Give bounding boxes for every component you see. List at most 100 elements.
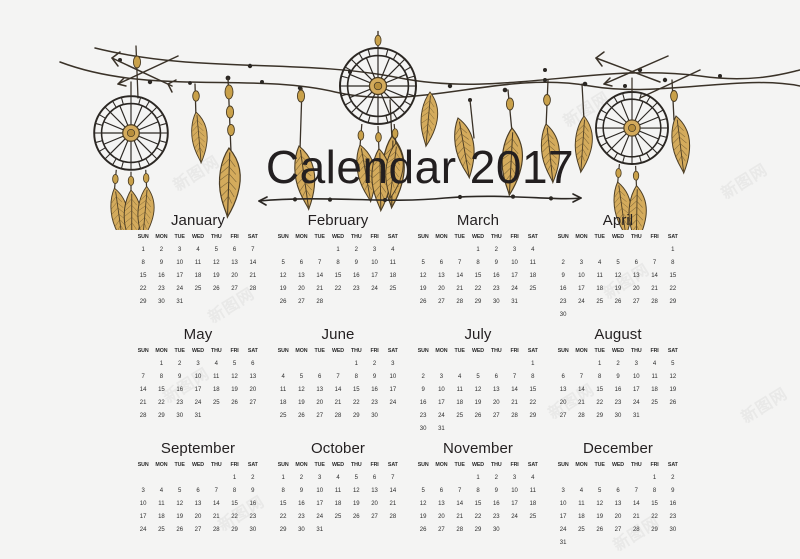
day-cell[interactable]: 23 bbox=[365, 397, 383, 410]
day-cell[interactable]: 30 bbox=[664, 524, 682, 537]
day-cell[interactable]: 25 bbox=[645, 397, 663, 410]
day-cell[interactable]: 30 bbox=[554, 309, 572, 322]
day-cell[interactable]: 7 bbox=[244, 244, 262, 257]
day-cell[interactable]: 14 bbox=[505, 384, 523, 397]
day-cell[interactable]: 25 bbox=[524, 511, 542, 524]
day-cell[interactable]: 27 bbox=[365, 511, 383, 524]
day-cell[interactable]: 6 bbox=[292, 257, 310, 270]
day-cell[interactable]: 16 bbox=[487, 270, 505, 283]
day-cell[interactable]: 31 bbox=[432, 423, 450, 436]
day-cell[interactable]: 25 bbox=[152, 524, 170, 537]
day-cell[interactable]: 13 bbox=[292, 270, 310, 283]
day-cell[interactable]: 26 bbox=[664, 397, 682, 410]
day-cell[interactable]: 31 bbox=[554, 537, 572, 550]
day-cell[interactable]: 7 bbox=[311, 257, 329, 270]
day-cell[interactable]: 10 bbox=[171, 257, 189, 270]
day-cell[interactable]: 25 bbox=[524, 283, 542, 296]
day-cell[interactable]: 9 bbox=[347, 257, 365, 270]
day-cell[interactable]: 3 bbox=[627, 358, 645, 371]
day-cell[interactable]: 23 bbox=[347, 283, 365, 296]
day-cell[interactable]: 1 bbox=[329, 244, 347, 257]
day-cell[interactable]: 30 bbox=[365, 410, 383, 423]
day-cell[interactable]: 2 bbox=[487, 472, 505, 485]
day-cell[interactable]: 6 bbox=[432, 485, 450, 498]
day-cell[interactable]: 24 bbox=[189, 397, 207, 410]
day-cell[interactable]: 13 bbox=[432, 498, 450, 511]
day-cell[interactable]: 10 bbox=[432, 384, 450, 397]
day-cell[interactable]: 5 bbox=[347, 472, 365, 485]
day-cell[interactable]: 11 bbox=[384, 257, 402, 270]
day-cell[interactable]: 19 bbox=[414, 283, 432, 296]
day-cell[interactable]: 23 bbox=[487, 283, 505, 296]
day-cell[interactable]: 29 bbox=[152, 410, 170, 423]
day-cell[interactable]: 24 bbox=[311, 511, 329, 524]
day-cell[interactable]: 10 bbox=[365, 257, 383, 270]
day-cell[interactable]: 20 bbox=[432, 283, 450, 296]
day-cell[interactable]: 14 bbox=[451, 270, 469, 283]
day-cell[interactable]: 6 bbox=[365, 472, 383, 485]
day-cell[interactable]: 2 bbox=[554, 257, 572, 270]
day-cell[interactable]: 24 bbox=[627, 397, 645, 410]
day-cell[interactable]: 2 bbox=[244, 472, 262, 485]
day-cell[interactable]: 20 bbox=[292, 283, 310, 296]
day-cell[interactable]: 15 bbox=[347, 384, 365, 397]
day-cell[interactable]: 1 bbox=[152, 358, 170, 371]
day-cell[interactable]: 30 bbox=[487, 524, 505, 537]
day-cell[interactable]: 25 bbox=[451, 410, 469, 423]
day-cell[interactable]: 8 bbox=[329, 257, 347, 270]
day-cell[interactable]: 30 bbox=[487, 296, 505, 309]
day-cell[interactable]: 30 bbox=[244, 524, 262, 537]
day-cell[interactable]: 21 bbox=[311, 283, 329, 296]
day-cell[interactable]: 1 bbox=[134, 244, 152, 257]
day-cell[interactable]: 20 bbox=[365, 498, 383, 511]
day-cell[interactable]: 23 bbox=[609, 397, 627, 410]
day-cell[interactable]: 12 bbox=[207, 257, 225, 270]
day-cell[interactable]: 22 bbox=[347, 397, 365, 410]
day-cell[interactable]: 28 bbox=[329, 410, 347, 423]
day-cell[interactable]: 21 bbox=[384, 498, 402, 511]
day-cell[interactable]: 7 bbox=[134, 371, 152, 384]
day-cell[interactable]: 1 bbox=[347, 358, 365, 371]
day-cell[interactable]: 17 bbox=[384, 384, 402, 397]
day-cell[interactable]: 27 bbox=[311, 410, 329, 423]
day-cell[interactable]: 31 bbox=[627, 410, 645, 423]
day-cell[interactable]: 29 bbox=[134, 296, 152, 309]
day-cell[interactable]: 20 bbox=[244, 384, 262, 397]
day-cell[interactable]: 24 bbox=[432, 410, 450, 423]
day-cell[interactable]: 11 bbox=[451, 384, 469, 397]
day-cell[interactable]: 30 bbox=[152, 296, 170, 309]
day-cell[interactable]: 14 bbox=[451, 498, 469, 511]
day-cell[interactable]: 3 bbox=[384, 358, 402, 371]
day-cell[interactable]: 25 bbox=[207, 397, 225, 410]
day-cell[interactable]: 26 bbox=[274, 296, 292, 309]
day-cell[interactable]: 29 bbox=[274, 524, 292, 537]
day-cell[interactable]: 16 bbox=[664, 498, 682, 511]
day-cell[interactable]: 9 bbox=[414, 384, 432, 397]
day-cell[interactable]: 11 bbox=[524, 485, 542, 498]
day-cell[interactable]: 17 bbox=[311, 498, 329, 511]
day-cell[interactable]: 10 bbox=[311, 485, 329, 498]
day-cell[interactable]: 17 bbox=[554, 511, 572, 524]
day-cell[interactable]: 22 bbox=[469, 511, 487, 524]
day-cell[interactable]: 10 bbox=[505, 485, 523, 498]
day-cell[interactable]: 3 bbox=[505, 244, 523, 257]
day-cell[interactable]: 16 bbox=[609, 384, 627, 397]
day-cell[interactable]: 8 bbox=[591, 371, 609, 384]
day-cell[interactable]: 22 bbox=[274, 511, 292, 524]
day-cell[interactable]: 18 bbox=[189, 270, 207, 283]
day-cell[interactable]: 21 bbox=[645, 283, 663, 296]
day-cell[interactable]: 5 bbox=[664, 358, 682, 371]
day-cell[interactable]: 19 bbox=[225, 384, 243, 397]
day-cell[interactable]: 6 bbox=[189, 485, 207, 498]
day-cell[interactable]: 17 bbox=[505, 270, 523, 283]
day-cell[interactable]: 9 bbox=[554, 270, 572, 283]
day-cell[interactable]: 7 bbox=[451, 485, 469, 498]
day-cell[interactable]: 18 bbox=[524, 498, 542, 511]
day-cell[interactable]: 28 bbox=[505, 410, 523, 423]
day-cell[interactable]: 21 bbox=[134, 397, 152, 410]
day-cell[interactable]: 15 bbox=[469, 270, 487, 283]
day-cell[interactable]: 6 bbox=[225, 244, 243, 257]
day-cell[interactable]: 9 bbox=[152, 257, 170, 270]
day-cell[interactable]: 17 bbox=[134, 511, 152, 524]
day-cell[interactable]: 10 bbox=[572, 270, 590, 283]
